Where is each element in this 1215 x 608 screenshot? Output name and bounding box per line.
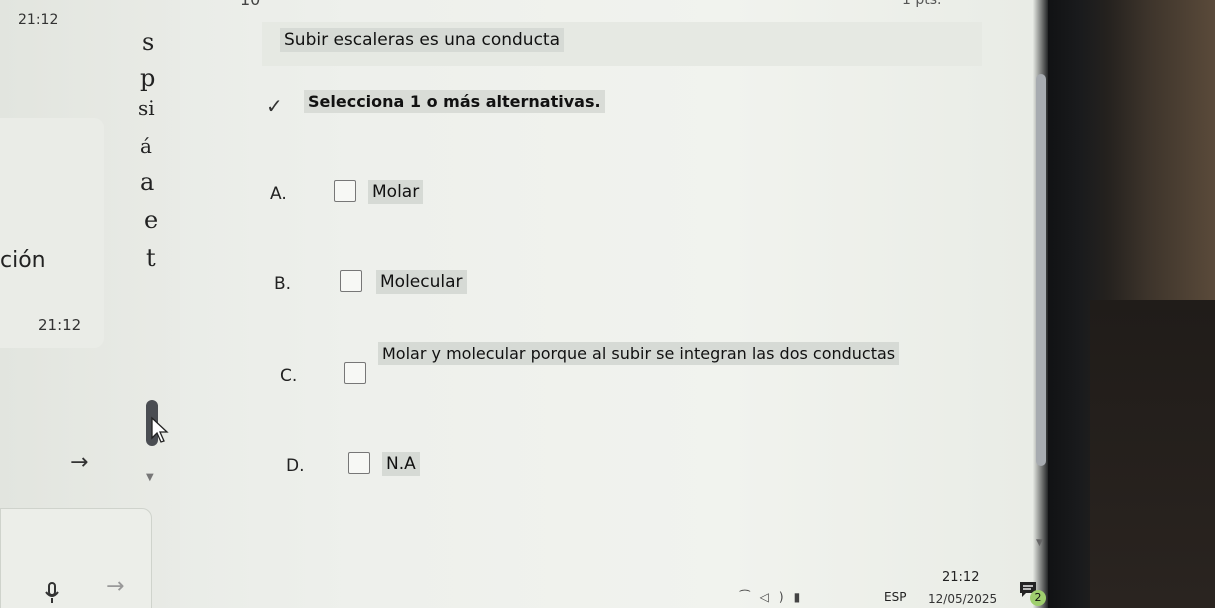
vletter: e bbox=[144, 206, 159, 234]
background-wall bbox=[1090, 300, 1215, 608]
vletter: a bbox=[140, 168, 155, 196]
option-checkbox[interactable] bbox=[344, 362, 366, 384]
option-label: Molar bbox=[368, 180, 424, 204]
chat-message-time: 21:12 bbox=[38, 316, 82, 334]
vletter: p bbox=[140, 64, 156, 92]
option-label: Molecular bbox=[376, 270, 467, 294]
vertical-letter-strip: s p si á a e t bbox=[136, 28, 166, 280]
option-b[interactable]: B. Molecular bbox=[274, 270, 574, 300]
taskbar-clock[interactable]: 21:12 bbox=[942, 570, 979, 585]
scroll-down-icon[interactable]: ▼ bbox=[1036, 538, 1043, 548]
main-scrollbar-thumb[interactable] bbox=[1036, 74, 1046, 466]
option-letter: C. bbox=[280, 366, 298, 386]
vletter: á bbox=[140, 134, 152, 158]
header-number: 10 bbox=[240, 0, 260, 9]
language-indicator[interactable]: ESP bbox=[884, 590, 906, 604]
option-letter: D. bbox=[286, 456, 305, 476]
send-arrow-icon[interactable]: → bbox=[106, 574, 124, 599]
tray-icons: ⁀◁)▮ bbox=[740, 590, 810, 604]
battery-icon[interactable]: ▮ bbox=[794, 590, 811, 604]
quiz-main-area: 10 1 pts. Subir escaleras es una conduct… bbox=[180, 0, 1048, 608]
speaker-icon[interactable]: ◁) bbox=[760, 590, 794, 604]
chat-time-top: 21:12 bbox=[18, 12, 59, 28]
option-c[interactable]: C. Molar y molecular porque al subir se … bbox=[280, 342, 920, 392]
points-label: 1 pts. bbox=[902, 0, 942, 8]
vletter: s bbox=[142, 28, 155, 56]
checkmark-icon: ✓ bbox=[266, 94, 283, 118]
option-checkbox[interactable] bbox=[340, 270, 362, 292]
mouse-cursor-icon bbox=[151, 416, 169, 443]
option-checkbox[interactable] bbox=[348, 452, 370, 474]
wifi-icon[interactable]: ⁀ bbox=[740, 590, 760, 604]
chat-partial-word: ción bbox=[0, 248, 46, 273]
microphone-icon[interactable] bbox=[44, 582, 60, 608]
instruction-text: Selecciona 1 o más alternativas. bbox=[304, 90, 605, 113]
vletter: si bbox=[138, 96, 155, 120]
option-letter: B. bbox=[274, 274, 292, 294]
dropdown-triangle-icon[interactable]: ▼ bbox=[146, 472, 154, 483]
notification-count-badge: 2 bbox=[1030, 590, 1046, 606]
option-letter: A. bbox=[270, 184, 287, 204]
chat-input-box[interactable] bbox=[0, 508, 152, 608]
question-text: Subir escaleras es una conducta bbox=[280, 28, 565, 52]
arrow-right-icon[interactable]: → bbox=[70, 450, 88, 475]
taskbar-date[interactable]: 12/05/2025 bbox=[928, 592, 997, 606]
chat-message-card bbox=[0, 118, 104, 348]
option-label: Molar y molecular porque al subir se int… bbox=[378, 342, 900, 365]
option-label: N.A bbox=[382, 452, 420, 476]
option-a[interactable]: A. Molar bbox=[270, 180, 570, 210]
option-checkbox[interactable] bbox=[334, 180, 356, 202]
vletter: t bbox=[146, 244, 156, 272]
option-d[interactable]: D. N.A bbox=[286, 452, 586, 482]
